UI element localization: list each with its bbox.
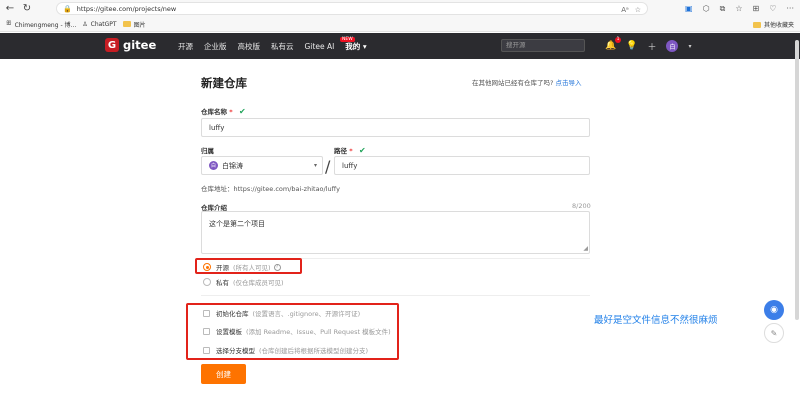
resize-grip-icon[interactable]: ◢ xyxy=(583,245,588,252)
check-icon: ✔ xyxy=(358,146,366,155)
back-icon[interactable]: ← xyxy=(3,2,17,16)
bookmarks-bar: ꕥ Chimengmeng - 博... ♙ ChatGPT 图片 其他收藏夹 xyxy=(0,17,800,32)
nav-enterprise[interactable]: 企业版 xyxy=(204,41,227,52)
description-textarea[interactable]: 这个是第二个项目 ◢ xyxy=(201,211,590,254)
split-screen-icon[interactable]: ⧉ xyxy=(720,4,726,14)
repo-name-input[interactable]: luffy xyxy=(201,118,590,137)
scrollbar[interactable] xyxy=(795,40,799,320)
refresh-icon[interactable]: ↻ xyxy=(20,2,34,16)
required-mark: * xyxy=(229,108,233,116)
radio-private[interactable] xyxy=(203,278,211,286)
import-hint: 在其他网站已经有仓库了吗? 点击导入 xyxy=(472,77,582,87)
main-nav: 开源 企业版 高校版 私有云 Gitee AI 我的 ▾ xyxy=(178,33,367,59)
browser-toolbar: ← ↻ 🔒 https://gitee.com/projects/new Aᵃ … xyxy=(0,0,800,17)
path-input[interactable]: luffy xyxy=(334,156,590,175)
extension-icon[interactable]: ▣ xyxy=(685,4,693,13)
owner-label: 归属 xyxy=(201,147,214,155)
path-label-text: 路径 xyxy=(334,147,347,155)
read-aloud-icon[interactable]: Aᵃ xyxy=(621,6,629,14)
path-label: 路径 * ✔ xyxy=(334,145,366,155)
assistant-float-icon[interactable]: ◉ xyxy=(764,300,784,320)
repo-name-label-text: 仓库名称 xyxy=(201,108,227,116)
chevron-down-icon[interactable]: ▾ xyxy=(688,43,691,50)
chevron-down-icon: ▾ xyxy=(313,162,317,169)
bell-icon[interactable]: 🔔 xyxy=(605,41,616,51)
highlight-box xyxy=(195,258,302,274)
nav-private-cloud[interactable]: 私有云 xyxy=(271,41,294,52)
description-value: 这个是第二个项目 xyxy=(209,220,265,228)
new-badge: NEW xyxy=(340,37,355,42)
nav-education[interactable]: 高校版 xyxy=(238,41,261,52)
avatar[interactable]: 白 xyxy=(666,40,679,52)
site-header: G gitee 开源 企业版 高校版 私有云 Gitee AI 我的 ▾ NEW… xyxy=(0,33,800,59)
chatgpt-favicon-icon: ♙ xyxy=(82,20,88,28)
check-icon: ✔ xyxy=(238,107,246,116)
nav-mine[interactable]: 我的 ▾ xyxy=(345,41,366,52)
favorites-icon[interactable]: ☆ xyxy=(735,4,742,13)
address-bar[interactable]: 🔒 https://gitee.com/projects/new Aᵃ ☆ xyxy=(56,2,648,15)
bookmark-label: ChatGPT xyxy=(90,20,117,28)
notification-count: 1 xyxy=(615,37,621,43)
visibility-label: 私有 xyxy=(216,279,229,287)
bookmark-label: 图片 xyxy=(133,21,146,29)
import-hint-text: 在其他网站已经有仓库了吗? xyxy=(472,79,554,87)
description-counter: 8/200 xyxy=(572,202,591,210)
search-input[interactable]: 搜开源 xyxy=(501,39,585,52)
required-mark: * xyxy=(349,147,353,155)
repo-address: 仓库地址：https://gitee.com/bai-zhitao/luffy xyxy=(201,185,340,193)
extension2-icon[interactable]: ⬡ xyxy=(703,4,710,13)
annotation-note: 最好是空文件信息不然很麻烦 xyxy=(594,315,718,326)
lightbulb-icon[interactable]: 💡 xyxy=(626,41,637,51)
lock-icon: 🔒 xyxy=(63,4,72,13)
bookmark-item[interactable]: 图片 xyxy=(122,20,146,29)
import-link[interactable]: 点击导入 xyxy=(556,79,582,87)
folder-icon xyxy=(122,21,131,27)
path-separator: / xyxy=(325,157,331,176)
divider xyxy=(201,295,590,296)
performance-icon[interactable]: ♡ xyxy=(769,4,776,13)
nav-gitee-ai[interactable]: Gitee AI xyxy=(305,42,335,51)
owner-avatar: 白 xyxy=(209,161,218,170)
folder-icon xyxy=(752,21,761,28)
other-bookmarks[interactable]: 其他收藏夹 xyxy=(752,17,794,32)
bookmark-item[interactable]: ꕥ Chimengmeng - 博... xyxy=(6,20,76,29)
repo-name-label: 仓库名称 * ✔ xyxy=(201,106,246,116)
collections-icon[interactable]: ⊞ xyxy=(752,4,759,13)
bookmark-item[interactable]: ♙ ChatGPT xyxy=(82,21,116,28)
visibility-private-option[interactable]: 私有 (仅仓库成员可见) xyxy=(203,277,284,287)
create-button[interactable]: 创建 xyxy=(201,364,246,384)
other-bookmarks-label: 其他收藏夹 xyxy=(763,22,794,29)
gitee-logo[interactable]: G gitee xyxy=(105,38,156,52)
nav-open-source[interactable]: 开源 xyxy=(178,41,193,52)
feedback-float-icon[interactable]: ✎ xyxy=(764,323,784,343)
bookmark-label: Chimengmeng - 博... xyxy=(14,21,77,29)
owner-select[interactable]: 白 白锦涛 ▾ xyxy=(201,156,323,175)
gitee-logo-icon: G xyxy=(105,38,119,52)
owner-value: 白锦涛 xyxy=(222,161,243,170)
plus-icon[interactable]: ＋ xyxy=(647,40,656,53)
more-menu-icon[interactable]: ··· xyxy=(786,4,794,13)
highlight-box xyxy=(186,303,399,360)
visibility-hint: (仅仓库成员可见) xyxy=(233,279,284,287)
favorite-star-icon[interactable]: ☆ xyxy=(635,6,641,14)
url-text: https://gitee.com/projects/new xyxy=(76,4,177,13)
logo-text: gitee xyxy=(123,38,157,52)
page-title: 新建仓库 xyxy=(201,76,247,90)
bookmark-favicon-icon: ꕥ xyxy=(6,20,12,27)
